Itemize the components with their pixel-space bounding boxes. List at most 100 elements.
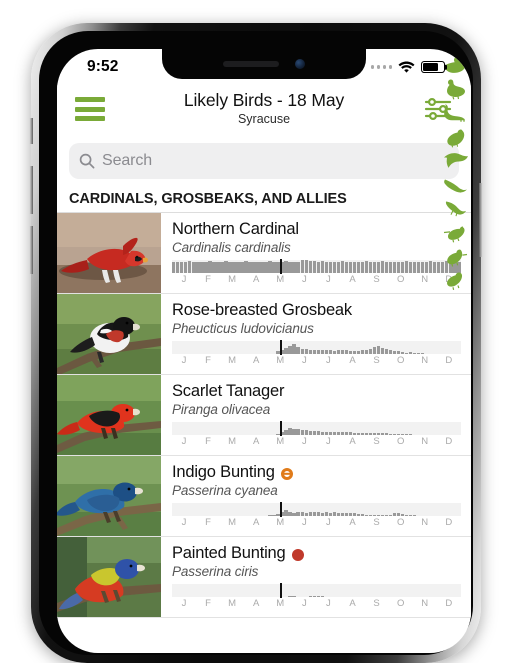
month-label: A [253,598,260,609]
month-label: O [396,598,405,609]
abundance-bar-chart [172,259,461,274]
month-label: F [205,517,212,528]
bird-scientific-name: Pheucticus ludovicianus [172,321,314,336]
bird-scientific-name: Piranga olivacea [172,402,271,417]
month-label: J [301,355,307,366]
abundance-ticks [172,260,461,273]
month-label: J [326,517,331,528]
today-date-marker [280,583,282,598]
bird-list-item[interactable]: Indigo Bunting Passerina cyanea J F M A M J J A S O… [57,456,471,537]
battery-icon [421,61,445,73]
month-label: J [301,517,307,528]
bird-info: Indigo Bunting Passerina cyanea J F M A M J J A S O… [161,456,471,536]
bird-list-item[interactable]: Scarlet Tanager Piranga olivacea J F M A M J J A S… [57,375,471,456]
month-axis: JFMAMJJASOND [172,598,461,609]
month-label: M [276,274,285,285]
month-label: N [421,274,429,285]
hummingbird-icon[interactable] [443,197,469,220]
sparrow-icon[interactable] [443,245,469,268]
bird-scientific-name: Passerina cyanea [172,483,278,498]
bird-thumbnail[interactable] [57,294,161,375]
bird-name-line: Indigo Bunting [172,463,461,482]
bird-common-name: Rose-breasted Grosbeak [172,301,352,319]
month-label: J [181,355,187,366]
month-label: F [205,274,212,285]
month-label: J [326,355,331,366]
swallow-icon[interactable] [443,173,469,196]
month-axis: JFMAMJJASOND [172,436,461,447]
volume-down-button[interactable] [29,226,33,274]
search-bar-container: Search [57,135,471,188]
bird-thumbnail[interactable] [57,456,161,537]
bird-list-item[interactable]: Rose-breasted Grosbeak Pheucticus ludovic… [57,294,471,375]
month-label: A [253,355,260,366]
month-label: M [276,598,285,609]
rare-status-badge[interactable] [291,548,304,561]
bird-name-line: Northern Cardinal [172,220,461,239]
mute-switch[interactable] [29,118,33,144]
search-placeholder: Search [102,152,153,169]
bird-info: Northern Cardinal Cardinalis cardinalis J F… [161,213,471,293]
page-title: Likely Birds - 18 May [183,90,345,111]
abundance-bar-chart [172,583,461,598]
month-label: A [349,517,356,528]
bird-thumbnail[interactable] [57,375,161,456]
search-icon [79,153,95,169]
month-label: S [373,274,380,285]
abundance-ticks [172,422,461,435]
month-label: J [181,436,187,447]
cellular-signal-icon [370,65,392,69]
today-date-marker [280,340,282,355]
power-button[interactable] [479,183,483,257]
bird-thumbnail[interactable] [57,537,161,618]
month-label: A [349,355,356,366]
month-label: S [373,436,380,447]
month-label: A [349,598,356,609]
hamburger-menu-icon[interactable] [73,92,107,126]
month-label: J [301,598,307,609]
bird-list-item[interactable]: Painted Bunting Passerina ciris J F M A M J J A S O… [57,537,471,618]
month-axis: JFMAMJJASOND [172,517,461,528]
phone-screen: 9:52 Likely Birds - 18 May Syracuse Sear… [57,49,471,653]
phone-frame: 9:52 Likely Birds - 18 May Syracuse Sear… [29,23,483,663]
abundance-ticks [172,584,461,597]
bird-scientific-name: Passerina ciris [172,564,259,579]
month-axis: JFMAMJJASOND [172,274,461,285]
month-label: D [445,436,453,447]
nav-header: Likely Birds - 18 May Syracuse [57,83,471,135]
page-subtitle: Syracuse [237,111,291,126]
bird-thumbnail[interactable] [57,213,161,294]
month-label: N [421,355,429,366]
month-label: N [421,517,429,528]
month-label: M [228,517,237,528]
heron-icon[interactable] [443,101,469,124]
phone-bezel: 9:52 Likely Birds - 18 May Syracuse Sear… [39,31,473,655]
search-input[interactable]: Search [69,143,459,179]
bird-list-item[interactable]: Northern Cardinal Cardinalis cardinalis J F… [57,213,471,294]
crow-icon[interactable] [443,221,469,244]
abundance-ticks [172,341,461,354]
finch-icon[interactable] [443,269,469,292]
today-date-marker [280,259,282,274]
volume-up-button[interactable] [29,166,33,214]
month-label: D [445,355,453,366]
month-label: N [421,598,429,609]
month-label: S [373,598,380,609]
abundance-ticks [172,503,461,516]
month-label: O [396,436,405,447]
month-label: J [326,598,331,609]
month-label: J [301,274,307,285]
uncommon-status-badge[interactable] [280,467,293,480]
month-label: O [396,274,405,285]
status-indicators [370,61,445,74]
month-label: A [253,436,260,447]
bird-list: Northern Cardinal Cardinalis cardinalis J F… [57,213,471,618]
month-label: O [396,355,405,366]
pigeon-icon[interactable] [443,125,469,148]
raptor-icon[interactable] [443,149,469,172]
taxonomy-scroll-index[interactable] [441,49,471,292]
bird-common-name: Painted Bunting [172,544,286,562]
month-label: S [373,517,380,528]
month-label: M [228,274,237,285]
earpiece-speaker [223,61,279,67]
